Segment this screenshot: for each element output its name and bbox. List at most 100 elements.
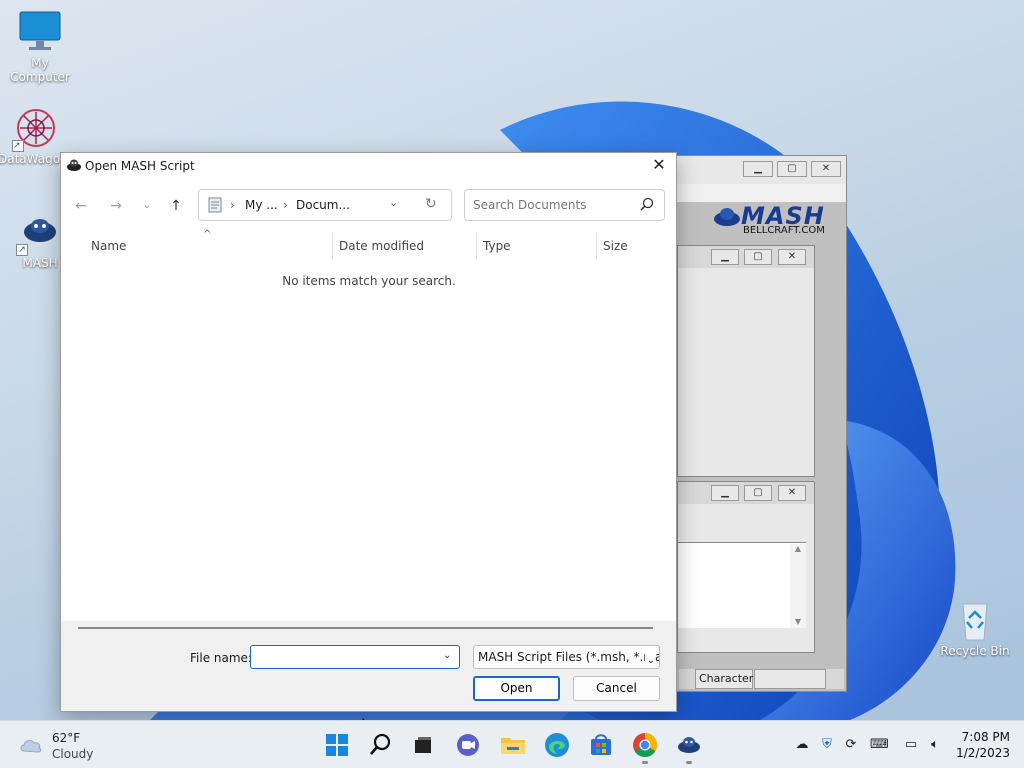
monitor-icon — [16, 10, 64, 54]
dialog-title: Open MASH Script — [85, 159, 195, 173]
mash-logo-site: BELLCRAFT.COM — [743, 225, 825, 236]
documents-folder-icon — [208, 197, 222, 213]
recent-locations-chevron-icon[interactable]: ⌄ — [138, 197, 156, 215]
chat-icon[interactable] — [454, 731, 482, 759]
close-button[interactable]: ✕ — [778, 485, 806, 501]
search-icon[interactable] — [367, 731, 395, 759]
clock-date: 1/2/2023 — [956, 746, 1010, 760]
recycle-bin-icon — [951, 598, 999, 642]
close-button[interactable]: ✕ — [811, 161, 841, 177]
cloud-icon — [20, 740, 42, 753]
file-explorer-icon[interactable] — [499, 731, 527, 759]
up-arrow-icon[interactable]: ↑ — [167, 197, 185, 215]
running-indicator — [642, 761, 648, 764]
mash-taskbar-icon[interactable] — [675, 731, 703, 759]
file-name-combobox[interactable]: ⌄ — [250, 645, 460, 669]
weather-widget[interactable]: 62°F Cloudy — [0, 721, 110, 768]
mash-logo-icon — [714, 208, 740, 226]
back-arrow-icon[interactable]: ← — [72, 197, 90, 215]
refresh-icon[interactable]: ↻ — [425, 196, 437, 212]
onedrive-offline-icon[interactable]: ☁ — [793, 736, 811, 754]
weather-temperature: 62°F — [52, 731, 81, 745]
child-text-area[interactable] — [678, 542, 806, 628]
open-file-dialog: Open MASH Script ✕ ← → ⌄ ↑ › My ... › Do… — [60, 152, 677, 712]
column-header-name[interactable]: Name — [91, 239, 126, 253]
file-name-input[interactable] — [253, 648, 433, 666]
keyboard-icon[interactable]: ⌨ — [870, 736, 889, 754]
open-button[interactable]: Open — [473, 676, 560, 701]
search-icon[interactable] — [640, 197, 654, 211]
breadcrumb-item[interactable]: My ... — [245, 198, 278, 212]
column-header-type[interactable]: Type — [483, 239, 511, 253]
dialog-titlebar: Open MASH Script ✕ — [61, 153, 676, 179]
empty-results-message: No items match your search. — [282, 274, 456, 288]
column-separator[interactable] — [476, 233, 477, 259]
mash-logo: MASH BELLCRAFT.COM — [713, 202, 843, 238]
desktop-icon-label: My Computer — [10, 56, 70, 84]
desktop-icon-datawagon[interactable]: ↗ DataWago — [0, 106, 60, 166]
microsoft-store-icon[interactable] — [587, 731, 615, 759]
minimize-button[interactable]: ▁ — [743, 161, 773, 177]
column-separator[interactable] — [596, 233, 597, 259]
mash-menubar — [661, 184, 846, 202]
edge-browser-icon[interactable] — [543, 731, 571, 759]
address-dropdown-chevron-icon[interactable]: ⌄ — [389, 196, 398, 209]
desktop-icon-recycle-bin[interactable]: Recycle Bin — [935, 598, 1015, 658]
breadcrumb-separator: › — [283, 198, 288, 212]
network-icon[interactable]: ▭ — [902, 736, 920, 754]
running-indicator — [686, 761, 692, 764]
search-box[interactable] — [464, 189, 665, 221]
mash-child-window-top: ▁ ▢ ✕ — [677, 245, 815, 477]
status-cell-character: Character: — [695, 669, 757, 689]
mash-child-window-bottom: ▁ ▢ ✕ ▲ ▼ — [677, 481, 815, 653]
chevron-down-icon[interactable]: ⌄ — [644, 650, 655, 668]
security-shield-icon[interactable]: ⛨ — [818, 736, 836, 754]
horizontal-scrollbar[interactable] — [78, 627, 653, 629]
close-button[interactable]: ✕ — [778, 249, 806, 265]
maximize-button[interactable]: ▢ — [744, 485, 772, 501]
mash-app-icon — [67, 159, 81, 171]
status-cell-value — [754, 669, 826, 689]
dialog-footer: File name: ⌄ MASH Script Files (*.msh, *… — [61, 621, 676, 711]
mash-status-bar: Character: — [679, 669, 844, 689]
mash-titlebar: ▁ ▢ ✕ — [661, 156, 846, 184]
breadcrumb-separator: › — [230, 198, 235, 212]
column-separator[interactable] — [332, 233, 333, 259]
child-titlebar: ▁ ▢ ✕ — [678, 246, 814, 268]
clock-time: 7:08 PM — [961, 730, 1010, 744]
desktop-icon-my-computer[interactable]: My Computer — [0, 10, 80, 84]
column-header-size[interactable]: Size — [603, 239, 628, 253]
chevron-down-icon[interactable]: ⌄ — [443, 650, 455, 664]
minimize-button[interactable]: ▁ — [711, 249, 739, 265]
breadcrumb-item[interactable]: Docum... — [296, 198, 350, 212]
sync-icon[interactable]: ⟳ — [842, 736, 860, 754]
file-type-selected: MASH Script Files (*.msh, *.mas — [478, 650, 660, 664]
volume-icon[interactable]: 🔈︎ — [926, 736, 944, 754]
child-scrollbar[interactable]: ▲ ▼ — [790, 544, 806, 628]
search-input[interactable] — [466, 191, 634, 219]
windows-start-icon[interactable] — [323, 731, 351, 759]
taskbar: 62°F Cloudy ☁ ⛨ ⟳ ⌨ ▭ 🔈︎ 7:08 PM 1/2/202… — [0, 720, 1024, 768]
minimize-button[interactable]: ▁ — [711, 485, 739, 501]
file-type-select[interactable]: MASH Script Files (*.msh, *.mas ⌄ — [473, 645, 660, 669]
forward-arrow-icon[interactable]: → — [107, 197, 125, 215]
scroll-up-icon[interactable]: ▲ — [790, 544, 806, 553]
mash-icon: ↗ — [16, 210, 64, 256]
task-view-icon[interactable] — [409, 731, 437, 759]
column-header-date-modified[interactable]: Date modified — [339, 239, 424, 253]
desktop-icon-label: DataWago — [0, 152, 60, 166]
datawagon-icon: ↗ — [12, 106, 60, 152]
scroll-down-icon[interactable]: ▼ — [790, 617, 806, 626]
mash-app-window: ▁ ▢ ✕ MASH BELLCRAFT.COM ▁ ▢ ✕ ▁ ▢ ✕ ▲ ▼… — [660, 155, 847, 692]
cancel-button[interactable]: Cancel — [573, 676, 660, 701]
address-bar[interactable]: › My ... › Docum... ⌄ ↻ — [198, 189, 452, 221]
chrome-browser-icon[interactable] — [631, 731, 659, 759]
desktop-icon-label: Recycle Bin — [940, 644, 1010, 658]
sort-indicator-icon: ^ — [203, 229, 212, 240]
close-icon[interactable]: ✕ — [650, 156, 668, 174]
maximize-button[interactable]: ▢ — [777, 161, 807, 177]
child-titlebar: ▁ ▢ ✕ — [678, 482, 814, 504]
weather-description: Cloudy — [52, 747, 94, 761]
maximize-button[interactable]: ▢ — [744, 249, 772, 265]
file-name-label: File name: — [190, 651, 252, 665]
